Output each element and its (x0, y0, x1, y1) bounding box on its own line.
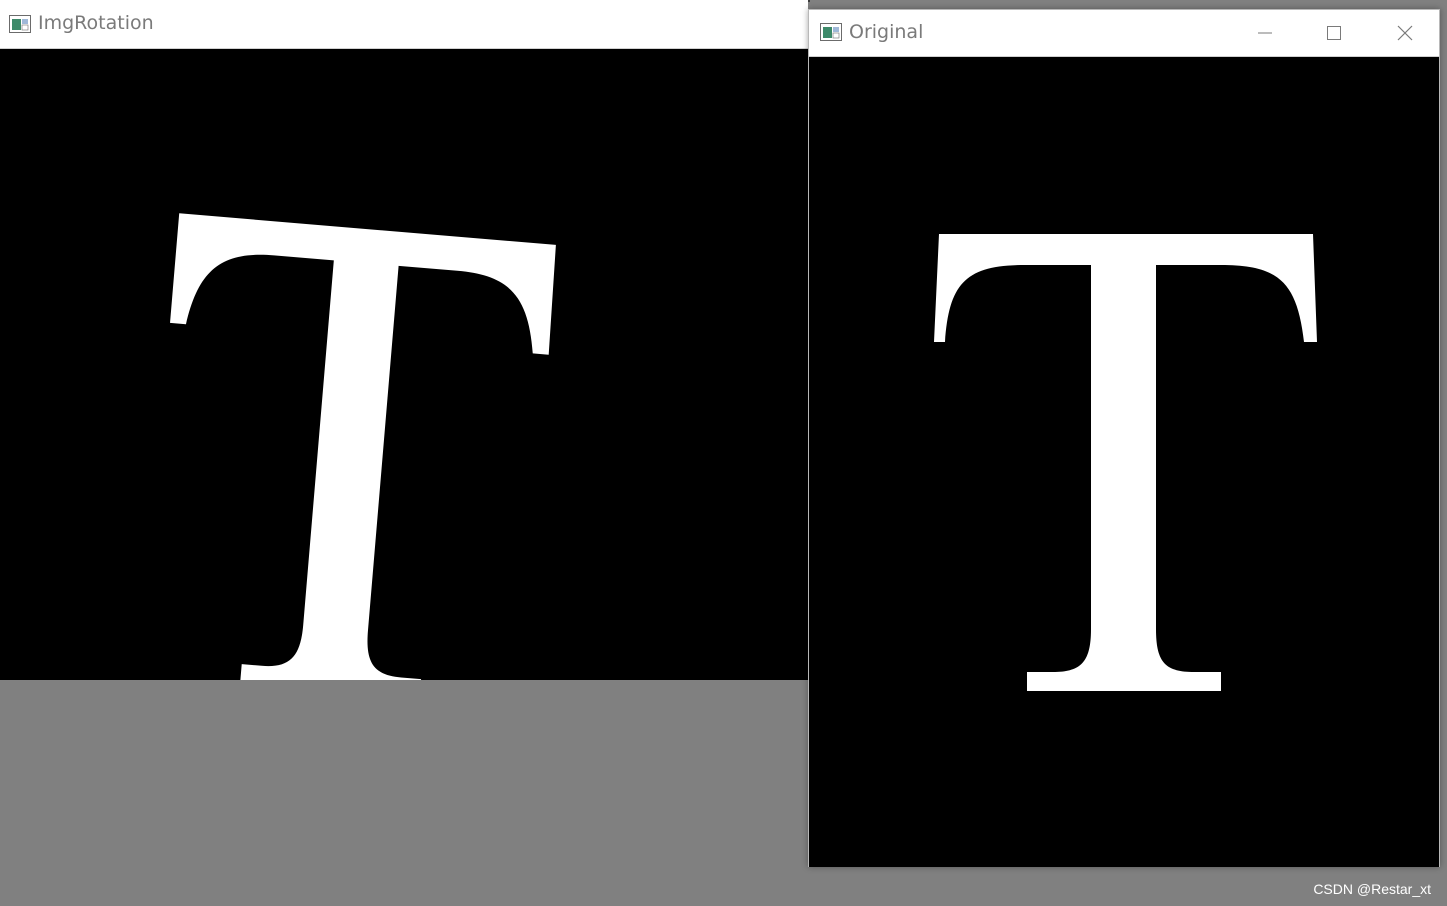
original-t-glyph (934, 234, 1317, 691)
opencv-window-icon (820, 23, 842, 41)
imgrotation-titlebar[interactable]: ImgRotation (0, 0, 808, 49)
imgrotation-window: ImgRotation (0, 0, 808, 680)
opencv-window-icon (9, 15, 31, 33)
watermark-text: CSDN @Restar_xt (1313, 881, 1431, 897)
window-title: Original (849, 21, 924, 43)
original-image-canvas (809, 57, 1439, 867)
minimize-icon (1258, 32, 1272, 34)
original-titlebar[interactable]: Original (809, 10, 1439, 57)
minimize-button[interactable] (1230, 10, 1300, 56)
original-window: Original (808, 9, 1440, 867)
maximize-button[interactable] (1299, 10, 1369, 56)
window-title: ImgRotation (38, 12, 154, 34)
maximize-icon (1327, 26, 1341, 40)
close-button[interactable] (1370, 10, 1440, 56)
close-icon (1397, 25, 1413, 41)
rotated-t-glyph (170, 213, 556, 680)
rotated-image-canvas (0, 49, 808, 680)
